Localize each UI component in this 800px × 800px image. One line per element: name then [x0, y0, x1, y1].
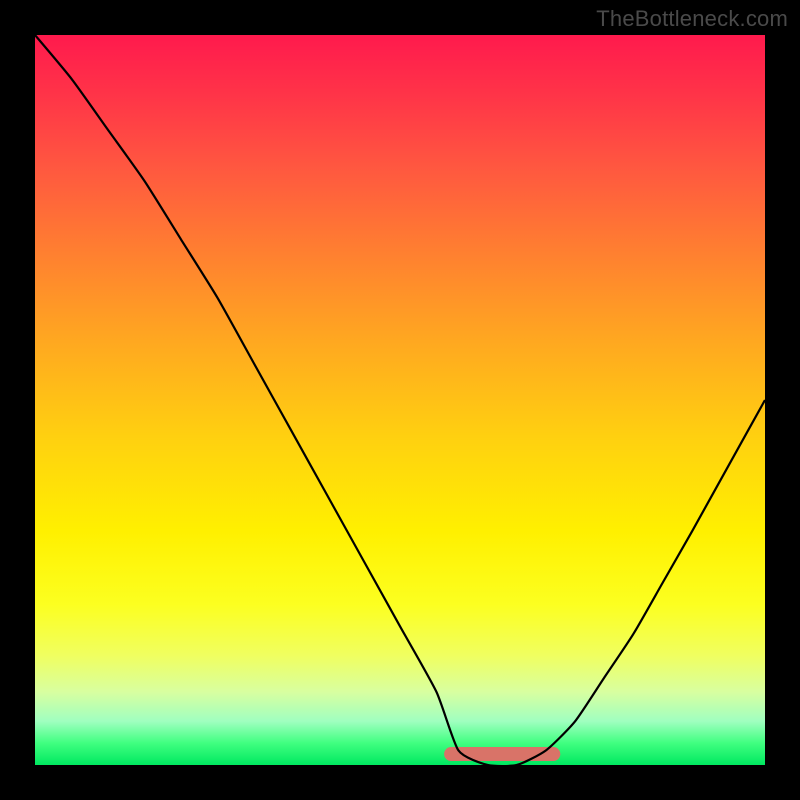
bottleneck-curve	[35, 35, 765, 765]
plot-area	[35, 35, 765, 765]
attribution-label: TheBottleneck.com	[596, 6, 788, 32]
curve-layer	[35, 35, 765, 765]
chart-frame: TheBottleneck.com	[0, 0, 800, 800]
